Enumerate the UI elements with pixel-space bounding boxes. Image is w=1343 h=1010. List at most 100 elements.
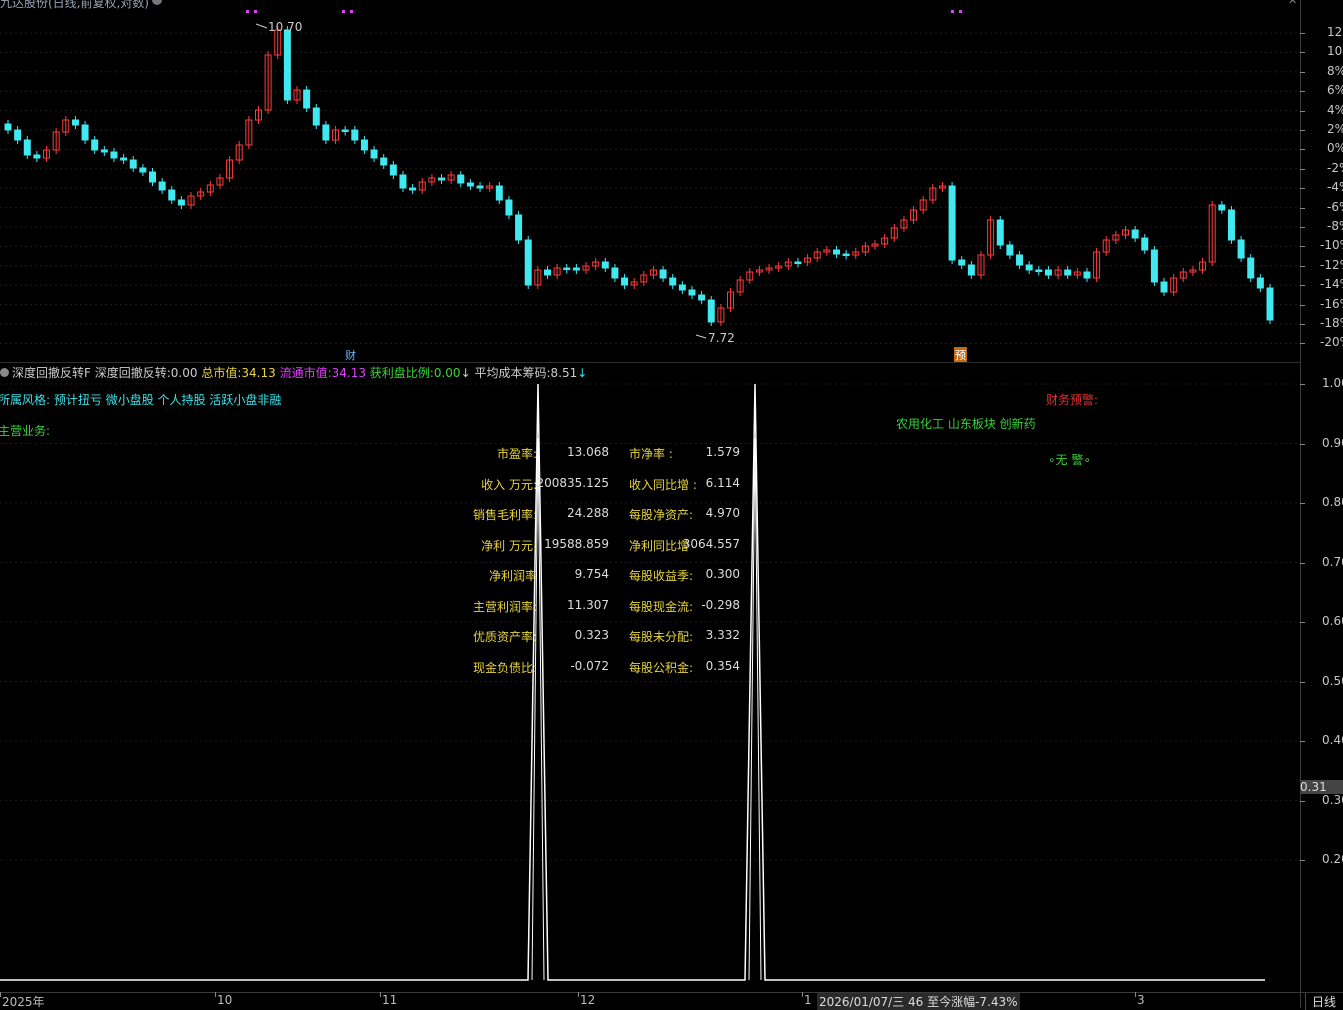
candle[interactable]: [1035, 269, 1043, 272]
candle[interactable]: [1150, 249, 1158, 283]
candle[interactable]: [572, 267, 580, 271]
candle[interactable]: [177, 199, 185, 206]
fin-label: 净利润率: [488, 569, 537, 583]
event-label-finance[interactable]: 财: [345, 347, 356, 363]
candle[interactable]: [1266, 287, 1274, 321]
candle[interactable]: [457, 174, 465, 184]
candle[interactable]: [688, 289, 696, 296]
candle[interactable]: [139, 167, 147, 173]
candle[interactable]: [948, 185, 956, 261]
candle[interactable]: [466, 182, 474, 187]
candle[interactable]: [601, 261, 609, 269]
candle[interactable]: [621, 277, 629, 286]
candle[interactable]: [438, 177, 446, 181]
candle[interactable]: [1064, 269, 1072, 276]
candle[interactable]: [832, 249, 840, 255]
fin-label: 净利同比增: [629, 538, 690, 553]
candle[interactable]: [303, 89, 311, 109]
fin-label: 收入同比增 :: [629, 477, 697, 492]
fin-label: 净利 万元:: [481, 538, 537, 553]
tick-mark: [802, 992, 803, 997]
candle[interactable]: [380, 157, 388, 166]
fin-value: 6.114: [705, 475, 740, 490]
candle[interactable]: [409, 187, 417, 191]
candle[interactable]: [1083, 271, 1091, 279]
candle[interactable]: [341, 129, 349, 132]
candle[interactable]: [1131, 229, 1139, 239]
candle[interactable]: [707, 299, 715, 323]
candle[interactable]: [351, 129, 359, 141]
tick-mark: [215, 992, 216, 997]
percent-tick: -6%: [1327, 199, 1343, 214]
candle[interactable]: [1025, 264, 1033, 271]
candle[interactable]: [158, 181, 166, 191]
candle[interactable]: [129, 159, 137, 169]
indicator-chart[interactable]: [0, 378, 1300, 990]
candle[interactable]: [543, 269, 551, 276]
candle[interactable]: [1227, 209, 1235, 241]
candle[interactable]: [515, 214, 523, 241]
fin-value: 13.068: [567, 445, 609, 459]
candle[interactable]: [1237, 239, 1245, 259]
candle[interactable]: [168, 189, 176, 201]
candle[interactable]: [1016, 254, 1024, 266]
candle[interactable]: [958, 259, 966, 266]
candle[interactable]: [149, 171, 157, 183]
tick-mark: [1300, 562, 1305, 564]
candle[interactable]: [389, 164, 397, 176]
fin-value: 9.754: [574, 567, 609, 581]
candle[interactable]: [611, 267, 619, 279]
candle[interactable]: [996, 219, 1004, 246]
candle[interactable]: [1141, 237, 1149, 251]
candle[interactable]: [669, 277, 677, 286]
percent-tick: -20%: [1320, 335, 1343, 350]
candlestick-chart[interactable]: [0, 0, 1300, 362]
tick-mark: [1135, 992, 1136, 997]
percent-tick: 6%: [1327, 83, 1343, 98]
candle[interactable]: [81, 124, 89, 141]
candle[interactable]: [678, 284, 686, 291]
candle[interactable]: [524, 239, 532, 286]
candle[interactable]: [91, 139, 99, 151]
candle[interactable]: [1256, 277, 1264, 289]
candle[interactable]: [1247, 257, 1255, 279]
candle[interactable]: [476, 185, 484, 189]
candle[interactable]: [71, 119, 79, 126]
candle[interactable]: [14, 129, 22, 141]
candle[interactable]: [1006, 244, 1014, 256]
tick-mark: [1300, 246, 1305, 248]
date-tick: 11: [382, 993, 398, 1007]
period-button[interactable]: 日线: [1305, 993, 1336, 1010]
candle[interactable]: [33, 154, 41, 159]
candle[interactable]: [1218, 204, 1226, 211]
candle[interactable]: [110, 151, 118, 159]
candle[interactable]: [360, 139, 368, 151]
candle[interactable]: [1044, 269, 1052, 276]
tick-mark: [1300, 110, 1305, 112]
candle[interactable]: [370, 149, 378, 159]
tick-mark: [380, 992, 381, 997]
indicator-toggle-icon[interactable]: [0, 368, 9, 377]
candle[interactable]: [120, 157, 128, 161]
candle[interactable]: [495, 185, 503, 201]
candle[interactable]: [312, 107, 320, 126]
fin-value: 200835.125: [536, 475, 609, 490]
candle[interactable]: [399, 174, 407, 189]
candle[interactable]: [322, 124, 330, 141]
candle[interactable]: [563, 267, 571, 270]
candle[interactable]: [967, 264, 975, 276]
fin-value: 1.579: [705, 445, 740, 459]
candle[interactable]: [794, 261, 802, 264]
candle[interactable]: [100, 149, 108, 153]
candle[interactable]: [698, 294, 706, 301]
candle[interactable]: [1160, 281, 1168, 293]
candle[interactable]: [505, 199, 513, 216]
candle[interactable]: [283, 29, 291, 101]
fin-label: 市净率 :: [629, 447, 673, 461]
candle[interactable]: [4, 123, 12, 131]
fin-value: 19588.859: [544, 536, 609, 551]
candle[interactable]: [842, 253, 850, 256]
candle[interactable]: [659, 269, 667, 279]
candle[interactable]: [23, 139, 31, 156]
event-label-forecast[interactable]: 预: [954, 347, 967, 363]
